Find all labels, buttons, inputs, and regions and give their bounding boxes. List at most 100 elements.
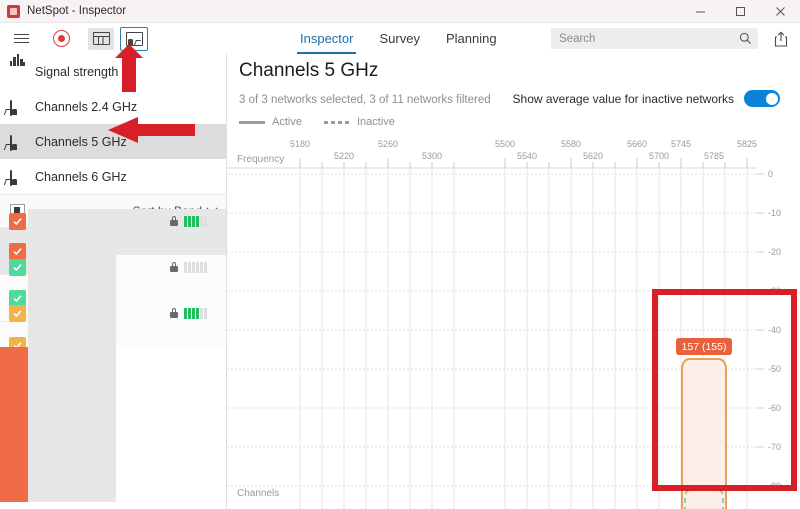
lock-icon bbox=[170, 308, 178, 318]
channels-icon bbox=[10, 101, 25, 113]
svg-text:-10: -10 bbox=[768, 208, 781, 218]
search-icon bbox=[739, 32, 752, 45]
hamburger-menu-icon[interactable] bbox=[8, 28, 34, 50]
channels-axis-label: Channels bbox=[237, 488, 279, 499]
inactive-average-toggle-group[interactable]: Show average value for inactive networks bbox=[513, 90, 780, 107]
tab-planning[interactable]: Planning bbox=[446, 23, 497, 54]
frequency-tick-labels-upper: 5180 5260 5500 5580 5660 5745 5825 bbox=[290, 139, 757, 149]
svg-text:-60: -60 bbox=[768, 403, 781, 413]
signal-strength-indicator bbox=[184, 262, 207, 273]
lock-icon bbox=[170, 216, 178, 226]
svg-text:5785: 5785 bbox=[704, 151, 724, 161]
svg-text:5500: 5500 bbox=[495, 139, 515, 149]
chart-svg: 5180 5260 5500 5580 5660 5745 5825 5220 … bbox=[227, 138, 800, 509]
frequency-tick-labels-lower: 5220 5300 5540 5620 5700 5785 bbox=[334, 151, 724, 161]
series-label-157[interactable]: 157 (155) bbox=[676, 338, 732, 355]
netspot-logo-icon bbox=[7, 5, 20, 18]
network-count-status: 3 of 3 networks selected, 3 of 11 networ… bbox=[239, 94, 491, 106]
tab-survey[interactable]: Survey bbox=[379, 23, 419, 54]
legend-item-inactive: Inactive bbox=[324, 116, 395, 128]
y-axis-labels: 0 -10 -20 -30 -40 -50 -60 -70 -80 -90 bbox=[768, 169, 781, 509]
network-color-strip bbox=[0, 347, 28, 502]
maximize-icon[interactable] bbox=[720, 0, 760, 22]
redacted-area bbox=[28, 347, 116, 502]
network-meta bbox=[170, 260, 220, 274]
network-checkbox[interactable] bbox=[9, 290, 26, 307]
sidebar-item-label: Signal strength bbox=[35, 65, 118, 79]
sidebar-item-label: Channels 6 GHz bbox=[35, 170, 127, 184]
legend-dashed-swatch bbox=[324, 121, 350, 124]
sidebar: Signal strength Channels 2.4 GHz Channel… bbox=[0, 54, 227, 509]
sidebar-item-label: Channels 2.4 GHz bbox=[35, 100, 137, 114]
sidebar-item-signal-strength[interactable]: Signal strength bbox=[0, 54, 226, 89]
toggle-label: Show average value for inactive networks bbox=[513, 92, 734, 106]
network-checkbox[interactable] bbox=[9, 259, 26, 276]
network-meta bbox=[170, 306, 220, 320]
table-view-icon[interactable] bbox=[88, 28, 114, 50]
svg-text:5180: 5180 bbox=[290, 139, 310, 149]
svg-text:5660: 5660 bbox=[627, 139, 647, 149]
legend-solid-swatch bbox=[239, 121, 265, 124]
redacted-area bbox=[116, 347, 226, 502]
series-area-157 bbox=[682, 359, 726, 509]
y-axis-ticks bbox=[757, 174, 764, 509]
legend-item-active: Active bbox=[239, 116, 302, 128]
sidebar-empty-area bbox=[0, 502, 226, 509]
chart-series bbox=[682, 359, 726, 509]
svg-text:-20: -20 bbox=[768, 247, 781, 257]
sidebar-item-channels-5ghz[interactable]: Channels 5 GHz bbox=[0, 124, 226, 159]
svg-text:5260: 5260 bbox=[378, 139, 398, 149]
legend-label: Active bbox=[272, 116, 302, 128]
svg-text:-50: -50 bbox=[768, 364, 781, 374]
view-tabs: Inspector Survey Planning bbox=[300, 23, 497, 54]
search-input[interactable] bbox=[557, 32, 739, 46]
share-export-icon[interactable] bbox=[770, 29, 792, 49]
svg-text:5825: 5825 bbox=[737, 139, 757, 149]
page-title: Channels 5 GHz bbox=[239, 60, 378, 82]
main-toolbar: Inspector Survey Planning bbox=[0, 23, 800, 55]
window-title: NetSpot - Inspector bbox=[27, 5, 126, 17]
network-checkbox[interactable] bbox=[9, 213, 26, 230]
inactive-average-toggle[interactable] bbox=[744, 90, 780, 107]
svg-text:5300: 5300 bbox=[422, 151, 442, 161]
svg-text:157 (155): 157 (155) bbox=[682, 341, 727, 353]
svg-text:5580: 5580 bbox=[561, 139, 581, 149]
svg-text:5620: 5620 bbox=[583, 151, 603, 161]
sidebar-item-channels-24ghz[interactable]: Channels 2.4 GHz bbox=[0, 89, 226, 124]
channels-view-icon[interactable] bbox=[120, 27, 148, 51]
search-box[interactable] bbox=[551, 28, 758, 49]
network-checkbox[interactable] bbox=[9, 305, 26, 322]
network-checkbox[interactable] bbox=[9, 243, 26, 260]
channels-icon bbox=[10, 171, 25, 183]
svg-text:5220: 5220 bbox=[334, 151, 354, 161]
svg-text:5540: 5540 bbox=[517, 151, 537, 161]
legend-label: Inactive bbox=[357, 116, 395, 128]
frequency-axis-label: Frequency bbox=[237, 154, 284, 165]
svg-text:0: 0 bbox=[768, 169, 773, 179]
svg-text:5700: 5700 bbox=[649, 151, 669, 161]
window-controls bbox=[680, 0, 800, 22]
signal-strength-indicator bbox=[184, 308, 207, 319]
title-bar: NetSpot - Inspector bbox=[0, 0, 800, 23]
main-panel: Channels 5 GHz 3 of 3 networks selected,… bbox=[227, 54, 800, 509]
svg-text:-30: -30 bbox=[768, 286, 781, 296]
redacted-network-name bbox=[28, 301, 116, 347]
svg-text:5745: 5745 bbox=[671, 139, 691, 149]
chart-legend: Active Inactive bbox=[239, 116, 395, 128]
channels-5ghz-chart: 5180 5260 5500 5580 5660 5745 5825 5220 … bbox=[227, 138, 800, 509]
toolbar-left-group bbox=[0, 27, 148, 51]
network-meta bbox=[170, 214, 220, 228]
netspot-window: NetSpot - Inspector bbox=[0, 0, 800, 509]
tab-inspector[interactable]: Inspector bbox=[300, 23, 353, 54]
record-icon[interactable] bbox=[48, 28, 74, 50]
lock-icon bbox=[170, 262, 178, 272]
close-icon[interactable] bbox=[760, 0, 800, 22]
channels-icon bbox=[10, 136, 25, 148]
minimize-icon[interactable] bbox=[680, 0, 720, 22]
redacted-network-name bbox=[28, 255, 116, 301]
signal-bars-icon bbox=[10, 66, 25, 78]
sidebar-item-channels-6ghz[interactable]: Channels 6 GHz bbox=[0, 159, 226, 194]
svg-text:-40: -40 bbox=[768, 325, 781, 335]
svg-text:-70: -70 bbox=[768, 442, 781, 452]
svg-text:-80: -80 bbox=[768, 481, 781, 491]
